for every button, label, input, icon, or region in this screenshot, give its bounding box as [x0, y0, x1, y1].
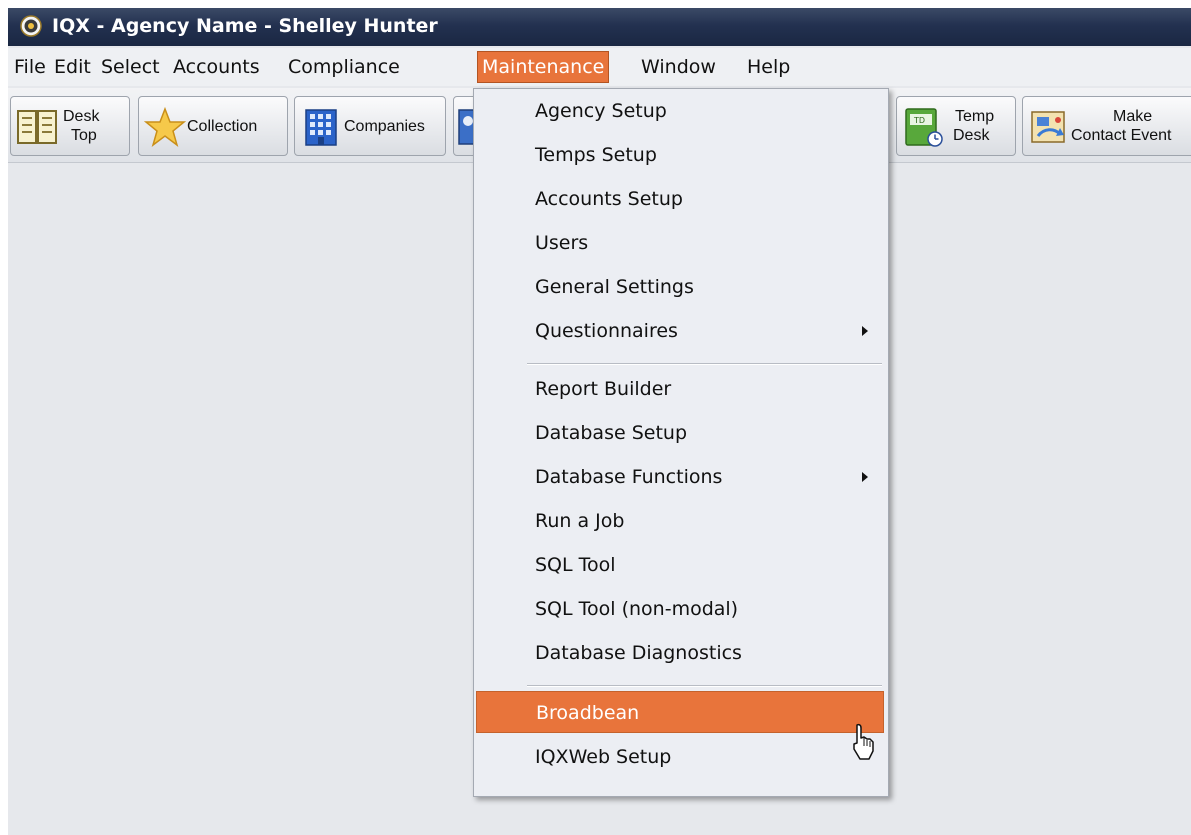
star-icon — [144, 106, 186, 147]
menu-select[interactable]: Select — [97, 52, 164, 82]
application-window: IQX - Agency Name - Shelley Hunter File … — [8, 8, 1191, 835]
menu-maintenance[interactable]: Maintenance — [477, 51, 610, 83]
menu-item-label: General Settings — [535, 276, 694, 298]
building-icon — [305, 109, 337, 146]
menu-item-users[interactable]: Users — [476, 222, 884, 264]
submenu-arrow-icon — [862, 326, 868, 336]
menu-item-report-builder[interactable]: Report Builder — [476, 368, 884, 410]
make-contact-event-button[interactable]: Make Contact Event — [1022, 96, 1191, 156]
temp-desk-icon: TD — [905, 108, 943, 147]
companies-button[interactable]: Companies — [294, 96, 446, 156]
menu-accounts[interactable]: Accounts — [169, 52, 264, 82]
collection-label: Collection — [187, 118, 258, 135]
contact-event-icon — [1031, 111, 1065, 143]
menu-file[interactable]: File — [10, 52, 50, 82]
menu-item-database-setup[interactable]: Database Setup — [476, 412, 884, 454]
menu-item-label: Report Builder — [535, 378, 672, 400]
menu-item-label: SQL Tool — [535, 554, 616, 576]
make-contact-label-2: Contact Event — [1071, 127, 1172, 144]
menu-item-label: Users — [535, 232, 589, 254]
menu-item-label: Broadbean — [536, 702, 640, 724]
desk-top-label-2: Top — [71, 127, 97, 144]
menu-item-label: Database Diagnostics — [535, 642, 742, 664]
menu-help[interactable]: Help — [743, 52, 794, 82]
menu-item-iqxweb-setup[interactable]: IQXWeb Setup — [476, 736, 884, 778]
make-contact-label-1: Make — [1113, 108, 1153, 125]
menu-item-broadbean[interactable]: Broadbean — [476, 691, 884, 733]
menu-item-label: SQL Tool (non-modal) — [535, 598, 739, 620]
menu-item-database-functions[interactable]: Database Functions — [476, 456, 884, 498]
menu-compliance[interactable]: Compliance — [284, 52, 404, 82]
menu-item-label: Accounts Setup — [535, 188, 683, 210]
menu-bar: File Edit Select Accounts Compliance Mai… — [8, 48, 1191, 86]
temp-desk-label-1: Temp — [955, 108, 995, 125]
temp-desk-label-2: Desk — [953, 127, 990, 144]
menu-item-sql-tool-non-modal[interactable]: SQL Tool (non-modal) — [476, 588, 884, 630]
companies-label: Companies — [344, 118, 425, 135]
menu-edit[interactable]: Edit — [50, 52, 95, 82]
menu-separator — [527, 363, 882, 365]
menu-item-label: Database Setup — [535, 422, 687, 444]
menu-item-agency-setup[interactable]: Agency Setup — [476, 90, 884, 132]
menu-item-general-settings[interactable]: General Settings — [476, 266, 884, 308]
menu-item-run-a-job[interactable]: Run a Job — [476, 500, 884, 542]
menu-item-questionnaires[interactable]: Questionnaires — [476, 310, 884, 352]
menu-item-database-diagnostics[interactable]: Database Diagnostics — [476, 632, 884, 674]
maintenance-dropdown-menu: Agency Setup Temps Setup Accounts Setup … — [473, 88, 889, 797]
window-title: IQX - Agency Name - Shelley Hunter — [52, 15, 438, 37]
desk-top-button[interactable]: Desk Top — [10, 96, 130, 156]
menu-item-label: IQXWeb Setup — [535, 746, 672, 768]
book-icon — [17, 110, 57, 144]
collection-button[interactable]: Collection — [138, 96, 288, 156]
title-bar: IQX - Agency Name - Shelley Hunter — [8, 8, 1191, 46]
desk-top-label-1: Desk — [63, 108, 100, 125]
menu-separator — [527, 685, 882, 687]
menu-item-accounts-setup[interactable]: Accounts Setup — [476, 178, 884, 220]
menu-window[interactable]: Window — [637, 52, 720, 82]
menu-item-temps-setup[interactable]: Temps Setup — [476, 134, 884, 176]
app-logo-icon — [20, 15, 42, 37]
menu-item-sql-tool[interactable]: SQL Tool — [476, 544, 884, 586]
submenu-arrow-icon — [862, 472, 868, 482]
menu-item-label: Database Functions — [535, 466, 723, 488]
mouse-pointer-icon — [853, 723, 874, 760]
temp-desk-icon-text: TD — [913, 116, 925, 125]
menu-item-label: Questionnaires — [535, 320, 678, 342]
menu-item-label: Run a Job — [535, 510, 625, 532]
menu-item-label: Temps Setup — [535, 144, 657, 166]
temp-desk-button[interactable]: TD Temp Desk — [896, 96, 1016, 156]
menu-item-label: Agency Setup — [535, 100, 667, 122]
